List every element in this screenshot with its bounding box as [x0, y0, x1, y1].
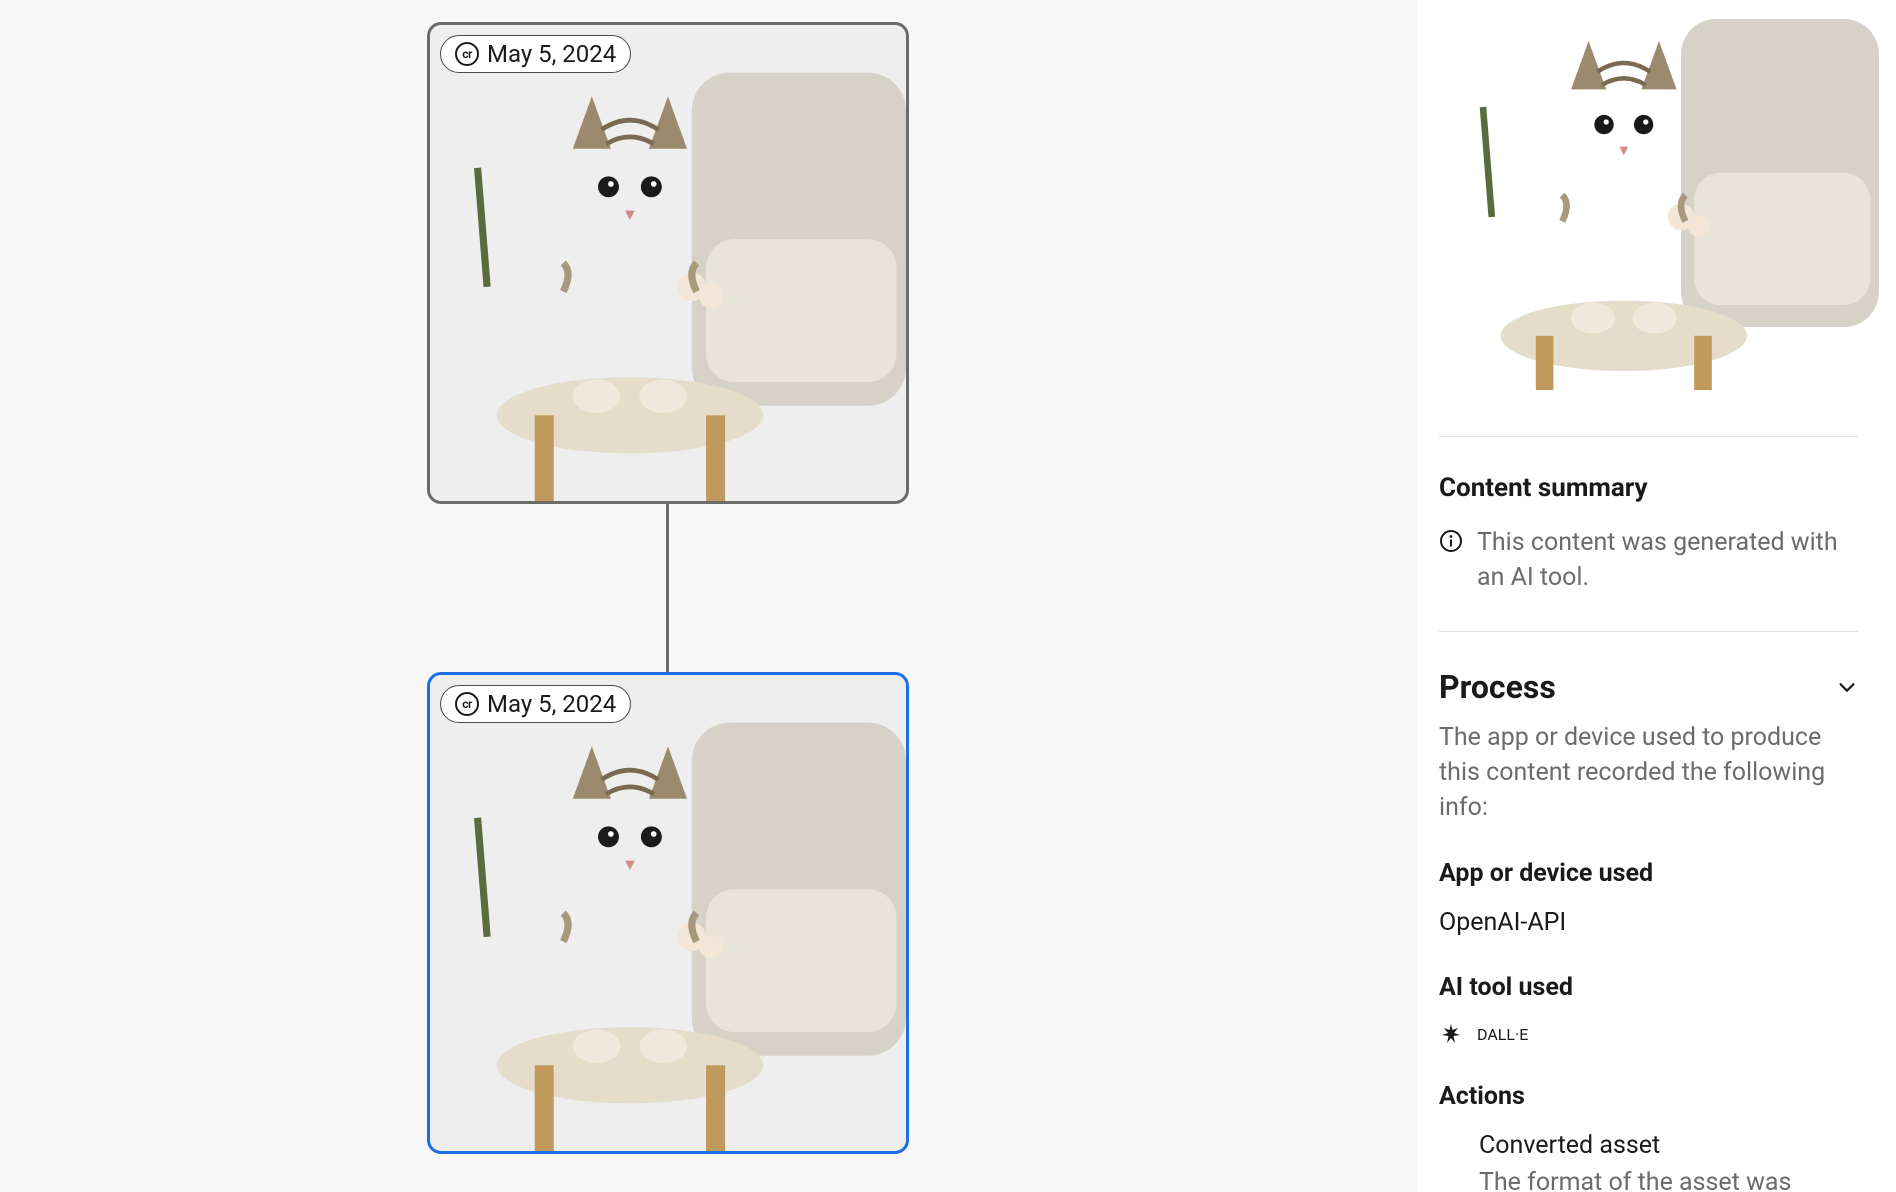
sparkle-icon [1439, 1022, 1463, 1046]
node-date-text: May 5, 2024 [487, 42, 616, 66]
info-icon [1439, 529, 1463, 553]
graph-node-parent[interactable]: cr May 5, 2024 [427, 22, 909, 504]
selected-asset-preview[interactable] [1439, 0, 1879, 390]
action-description: The format of the asset was changed [1479, 1166, 1858, 1192]
asset-preview-image [1439, 0, 1879, 390]
content-summary-heading: Content summary [1439, 473, 1858, 503]
divider [1439, 436, 1858, 437]
ai-tool-value: DALL·E [1477, 1025, 1528, 1044]
action-item: Converted asset The format of the asset … [1479, 1131, 1858, 1192]
ai-tool-label: AI tool used [1439, 973, 1858, 1002]
content-summary-row: This content was generated with an AI to… [1439, 525, 1858, 595]
credentials-date-badge[interactable]: cr May 5, 2024 [440, 35, 631, 73]
app-used-label: App or device used [1439, 859, 1858, 888]
action-title: Converted asset [1479, 1131, 1858, 1160]
graph-connector [666, 504, 669, 672]
app-used-value: OpenAI-API [1439, 908, 1858, 937]
credentials-date-badge[interactable]: cr May 5, 2024 [440, 685, 631, 723]
credentials-cr-icon: cr [455, 42, 479, 66]
asset-thumbnail [430, 25, 906, 501]
process-title: Process [1439, 668, 1556, 706]
provenance-graph-canvas[interactable]: cr May 5, 2024 cr May 5, 2024 [0, 0, 1416, 1192]
details-sidebar: Content summary This content was generat… [1416, 0, 1896, 1192]
node-date-text: May 5, 2024 [487, 692, 616, 716]
credentials-cr-icon: cr [455, 692, 479, 716]
ai-tool-row: DALL·E [1439, 1022, 1858, 1046]
actions-label: Actions [1439, 1082, 1858, 1111]
process-description: The app or device used to produce this c… [1439, 720, 1858, 825]
content-summary-text: This content was generated with an AI to… [1477, 525, 1858, 595]
process-section-header[interactable]: Process [1439, 668, 1858, 706]
divider [1439, 631, 1858, 632]
chevron-down-icon [1836, 676, 1858, 698]
asset-thumbnail [430, 675, 906, 1151]
graph-node-selected[interactable]: cr May 5, 2024 [427, 672, 909, 1154]
